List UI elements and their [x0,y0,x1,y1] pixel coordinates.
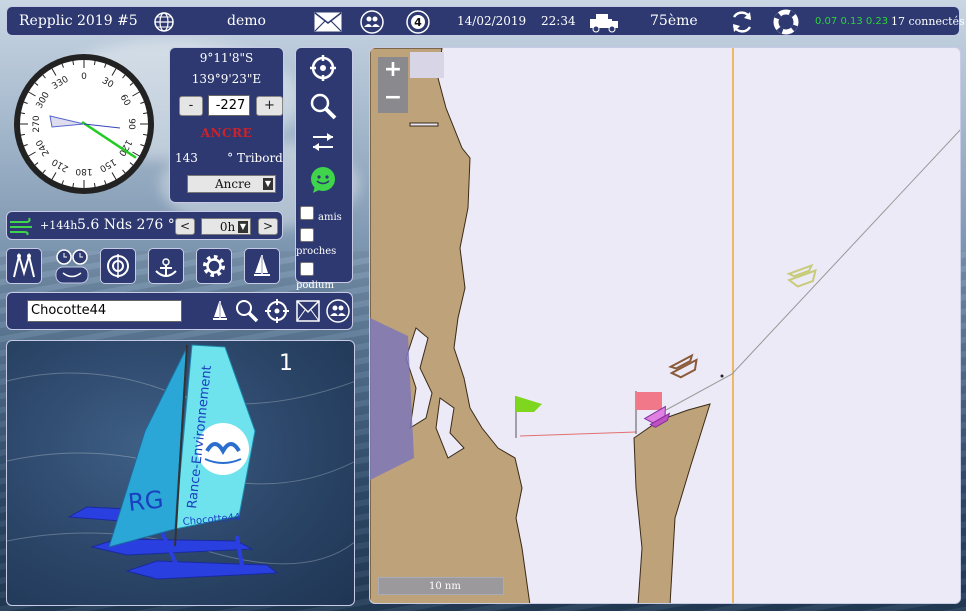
sailing-mode-status: ANCRE [200,126,253,140]
tack-label: ° Tribord [227,151,283,165]
heading-plus-button[interactable]: + [256,96,283,116]
boat-search-panel: Chocotte44 [6,292,353,330]
compass-tick [72,60,75,65]
settings-icon [203,255,225,277]
helm-button[interactable] [148,248,184,284]
boat-hull-right [125,560,279,580]
clock-icon [55,249,89,284]
compass-label: 0 [81,72,87,82]
race-title: Repplic 2019 #5 [19,13,138,29]
mail-icon[interactable] [313,9,343,35]
wind-icon [9,217,35,239]
route-button[interactable] [6,248,42,284]
twa-value: 143 [175,151,198,165]
crosshair-icon[interactable] [264,298,290,324]
compass-tick [20,112,25,115]
boat-truck-icon[interactable] [587,9,621,35]
heading-input[interactable]: -227 [208,95,250,116]
compass-label: 180 [75,166,92,176]
tools-panel: amis proches podium [295,47,353,291]
compass-tick [143,112,148,115]
sextant-icon [107,254,129,278]
position-panel: 9°11'8"S 139°9'23"E - -227 + ANCRE 143 °… [169,47,284,203]
hour-select[interactable]: 0h ▼ [201,218,251,235]
group-icon[interactable] [359,9,385,35]
podium-label: podium [296,280,334,291]
restricted-zone [370,318,414,480]
friends-checkbox[interactable] [300,206,314,220]
swap-icon[interactable] [308,127,338,157]
zoom-icon[interactable] [234,298,260,324]
connected-count[interactable]: 17 connectés [891,15,965,28]
hour-select-value: 0h [219,220,236,234]
compass-label: 270 [32,115,42,132]
boat-search-input[interactable]: Chocotte44 [27,300,182,322]
wind-speed-direction: 5.6 Nds 276 ° [77,217,175,233]
zoom-icon[interactable] [308,91,338,121]
zoom-out-button[interactable]: − [378,85,408,113]
latitude: 9°11'8"S [199,51,254,65]
compass-tick [143,133,148,136]
previous-hour-button[interactable]: < [175,218,195,235]
compass-tick [72,183,75,188]
nearby-checkbox[interactable] [300,228,314,242]
chevron-down-icon: ▼ [263,178,273,190]
sail-icon[interactable] [207,298,233,324]
boat-illustration: Rance-Environnement RG Chocotte44 [7,344,354,580]
compass-tick [93,183,96,188]
crosshair-icon[interactable] [308,53,338,83]
compass-badge-icon[interactable]: 4 [405,9,431,35]
refresh-icon[interactable] [729,9,755,35]
podium-checkbox[interactable] [300,262,314,276]
longitude: 139°9'23"E [191,72,262,86]
zoom-in-button[interactable]: + [378,57,408,85]
top-bar: Repplic 2019 #5 demo 4 14/02/2019 22:34 … [6,6,965,36]
globe-icon[interactable] [151,9,177,35]
sail-button[interactable] [244,248,280,284]
latency-values: 0.07 0.13 0.23 [815,15,889,27]
helm-icon [155,258,177,277]
finish-flag-icon[interactable] [636,392,662,410]
group-icon[interactable] [325,298,351,324]
map-view[interactable]: + − 10 nm [369,47,961,604]
race-date: 14/02/2019 [457,14,527,28]
mail-icon[interactable] [295,298,321,324]
inset-box [410,52,444,78]
sextant-button[interactable] [100,248,136,284]
nearby-label: proches [296,246,337,257]
compass-tick [93,60,96,65]
chart-map [370,48,960,603]
compass-dial[interactable]: 0 30 60 90 120 150 180 210 240 270 300 330 [12,52,156,196]
compass-label: 90 [126,118,136,130]
map-scale-bar: 10 nm [378,577,504,595]
compass-tick [20,133,25,136]
username[interactable]: demo [227,13,266,29]
scale-label: 10 nm [429,581,461,592]
time-button[interactable] [52,248,92,284]
sail-letters: RG [127,485,165,517]
chevron-down-icon: ▼ [238,221,248,233]
mode-select[interactable]: Ancre ▼ [187,175,276,193]
ranking[interactable]: 75ème [650,13,698,29]
lifebuoy-icon[interactable] [773,9,799,35]
race-time: 22:34 [541,14,576,28]
route-icon [13,253,35,278]
heading-minus-button[interactable]: - [179,96,203,116]
mode-select-value: Ancre [215,177,251,191]
boat-rank-number: 1 [279,351,293,376]
jib-sail [108,346,188,548]
friends-label: amis [318,212,342,223]
settings-button[interactable] [196,248,232,284]
sail-icon [254,255,270,276]
forecast-horizon: +144h [40,219,78,232]
boat-card: 1 Rance-Environnement RG Chocotte44 [6,340,355,606]
next-hour-button[interactable]: > [258,218,278,235]
chat-icon[interactable] [308,165,338,195]
wind-panel: +144h 5.6 Nds 276 ° < 0h ▼ > [6,211,283,240]
mail-badge-count: 4 [414,16,422,29]
